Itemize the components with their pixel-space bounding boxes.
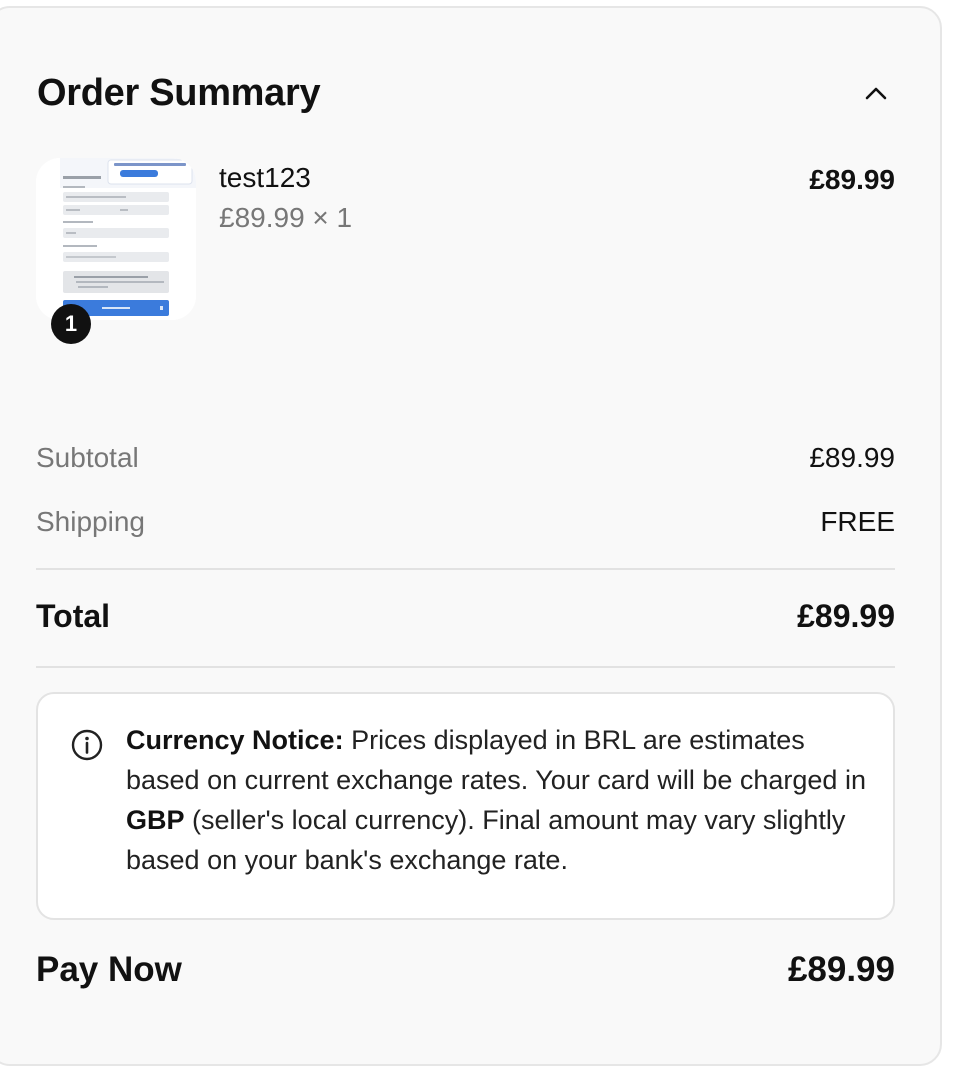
order-summary-header: Order Summary [37,70,895,116]
quantity-badge: 1 [51,304,91,344]
pay-now-row: Pay Now £89.99 [36,950,895,990]
item-unit-price: £89.99 × 1 [219,202,353,233]
currency-notice-title: Currency Notice: [126,725,344,755]
currency-notice-text: Currency Notice: Prices displayed in BRL… [126,720,866,880]
total-value: £89.99 [797,598,895,634]
item-name: test123 [219,162,311,193]
item-price: £89.99 [809,164,895,195]
divider [36,568,895,570]
notice-currency: GBP [126,805,185,835]
divider [36,666,895,668]
chevron-up-icon [865,87,887,100]
pay-now-label: Pay Now [36,950,182,989]
pay-now-amount: £89.99 [787,950,895,989]
order-summary-title: Order Summary [37,72,321,114]
total-label: Total [36,598,111,634]
shipping-label: Shipping [36,506,145,537]
shipping-row: Shipping FREE [36,506,895,538]
line-item: 1 test123 £89.99 × 1 £89.99 [36,158,895,348]
shipping-value: FREE [820,506,895,537]
product-image [36,158,196,320]
subtotal-label: Subtotal [36,442,139,473]
info-icon [71,729,103,761]
currency-notice: Currency Notice: Prices displayed in BRL… [36,692,895,920]
product-thumbnail: 1 [36,158,196,344]
total-row: Total £89.99 [36,598,895,635]
notice-text-part: (seller's local currency). Final amount … [126,805,846,875]
collapse-summary-button[interactable] [857,74,895,112]
subtotal-value: £89.99 [809,442,895,473]
subtotal-row: Subtotal £89.99 [36,442,895,474]
